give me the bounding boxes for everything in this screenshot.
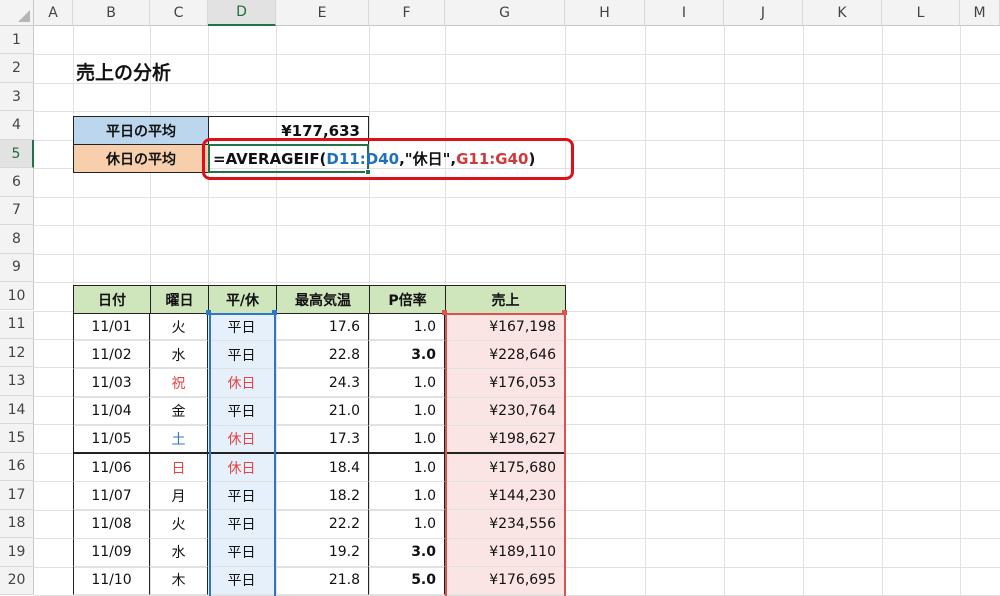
cell-max-temp[interactable]: 22.2 — [276, 510, 369, 539]
cell-day-of-week[interactable]: 土 — [150, 425, 208, 454]
cell-day-of-week[interactable]: 火 — [150, 313, 208, 342]
table-header-point-rate[interactable]: P倍率 — [369, 285, 446, 314]
gridline-horizontal — [34, 54, 1000, 56]
cell-date[interactable]: 11/05 — [73, 425, 150, 454]
cell-day-of-week[interactable]: 木 — [150, 566, 208, 595]
range-corner-handle[interactable] — [206, 310, 211, 315]
range-corner-handle[interactable] — [272, 310, 277, 315]
cell-max-temp[interactable]: 22.8 — [276, 341, 369, 370]
row-header-11[interactable]: 11 — [0, 310, 34, 339]
cell-max-temp[interactable]: 21.0 — [276, 397, 369, 426]
table-header-date[interactable]: 日付 — [73, 285, 151, 314]
column-header-b[interactable]: B — [73, 0, 150, 26]
row-header-15[interactable]: 15 — [0, 424, 34, 453]
row-header-19[interactable]: 19 — [0, 538, 34, 567]
column-header-g[interactable]: G — [445, 0, 565, 26]
sheet-title: 売上の分析 — [76, 62, 172, 84]
cell-day-of-week[interactable]: 金 — [150, 397, 208, 426]
cell-point-rate[interactable]: 1.0 — [369, 313, 445, 342]
row-header-14[interactable]: 14 — [0, 395, 34, 425]
table-header-sales[interactable]: 売上 — [445, 285, 566, 314]
cell-point-rate[interactable]: 1.0 — [369, 454, 445, 483]
cell-day-of-week[interactable]: 水 — [150, 538, 208, 567]
range-corner-handle[interactable] — [562, 310, 567, 315]
row-header-6[interactable]: 6 — [0, 168, 34, 197]
row-header-5[interactable]: 5 — [0, 139, 34, 169]
row-header-1[interactable]: 1 — [0, 26, 34, 55]
cell-date[interactable]: 11/04 — [73, 397, 150, 426]
cell-point-rate[interactable]: 3.0 — [369, 538, 445, 567]
cell-point-rate[interactable]: 1.0 — [369, 425, 445, 454]
cell-point-rate[interactable]: 1.0 — [369, 397, 445, 426]
row-header-16[interactable]: 16 — [0, 452, 34, 482]
cell-max-temp[interactable]: 18.4 — [276, 454, 369, 483]
cell-date[interactable]: 11/03 — [73, 369, 150, 398]
cell-day-of-week[interactable]: 日 — [150, 454, 208, 483]
table-header-day-of-week[interactable]: 曜日 — [150, 285, 209, 314]
cell-point-rate[interactable]: 1.0 — [369, 510, 445, 539]
row-header-17[interactable]: 17 — [0, 481, 34, 510]
column-header-d[interactable]: D — [208, 0, 276, 26]
cell-day-of-week[interactable]: 火 — [150, 510, 208, 539]
formula-highlight-frame — [202, 138, 574, 180]
row-header-10[interactable]: 10 — [0, 282, 34, 311]
column-header-i[interactable]: I — [645, 0, 724, 26]
cell-date[interactable]: 11/02 — [73, 341, 150, 370]
cell-max-temp[interactable]: 18.2 — [276, 482, 369, 511]
row-header-7[interactable]: 7 — [0, 196, 34, 226]
range-highlight-d11-d40 — [209, 313, 276, 596]
cell-date[interactable]: 11/10 — [73, 566, 150, 595]
cell-max-temp[interactable]: 17.3 — [276, 425, 369, 454]
cell-day-of-week[interactable]: 月 — [150, 482, 208, 511]
cell-max-temp[interactable]: 17.6 — [276, 313, 369, 342]
column-header-f[interactable]: F — [369, 0, 445, 26]
row-header-20[interactable]: 20 — [0, 566, 34, 595]
cell-date[interactable]: 11/01 — [73, 313, 150, 342]
column-header-j[interactable]: J — [724, 0, 803, 26]
range-corner-handle[interactable] — [442, 310, 447, 315]
cell-date[interactable]: 11/07 — [73, 482, 150, 511]
cell-max-temp[interactable]: 19.2 — [276, 538, 369, 567]
cell-day-of-week[interactable]: 祝 — [150, 369, 208, 398]
select-all-corner[interactable] — [0, 0, 34, 26]
gridline-horizontal — [34, 225, 1000, 227]
row-header-8[interactable]: 8 — [0, 225, 34, 254]
cell-date[interactable]: 11/09 — [73, 538, 150, 567]
row-header-18[interactable]: 18 — [0, 509, 34, 539]
column-header-c[interactable]: C — [150, 0, 208, 26]
row-header-3[interactable]: 3 — [0, 82, 34, 112]
gridline-horizontal — [34, 111, 1000, 113]
row-header-12[interactable]: 12 — [0, 338, 34, 368]
gridline-horizontal — [34, 282, 1000, 284]
column-header-l[interactable]: L — [882, 0, 960, 26]
range-highlight-g11-g40 — [445, 313, 566, 596]
cell-point-rate[interactable]: 1.0 — [369, 482, 445, 511]
column-header-m[interactable]: M — [960, 0, 1000, 26]
cell-date[interactable]: 11/08 — [73, 510, 150, 539]
cell-day-of-week[interactable]: 水 — [150, 341, 208, 370]
row-header-2[interactable]: 2 — [0, 54, 34, 83]
cell-max-temp[interactable]: 24.3 — [276, 369, 369, 398]
column-header-k[interactable]: K — [803, 0, 882, 26]
cell-point-rate[interactable]: 5.0 — [369, 566, 445, 595]
gridline-horizontal — [34, 253, 1000, 255]
table-header-day-type[interactable]: 平/休 — [208, 285, 277, 314]
cell-max-temp[interactable]: 21.8 — [276, 566, 369, 595]
cell-date[interactable]: 11/06 — [73, 454, 150, 483]
table-header-max-temp[interactable]: 最高気温 — [276, 285, 370, 314]
cell-point-rate[interactable]: 1.0 — [369, 369, 445, 398]
column-header-e[interactable]: E — [276, 0, 369, 26]
row-header-13[interactable]: 13 — [0, 367, 34, 396]
row-header-4[interactable]: 4 — [0, 111, 34, 140]
holiday-average-label[interactable]: 休日の平均 — [73, 144, 209, 173]
column-header-h[interactable]: H — [565, 0, 645, 26]
weekday-average-label[interactable]: 平日の平均 — [73, 116, 209, 145]
gridline-horizontal — [34, 82, 1000, 84]
cell-point-rate[interactable]: 3.0 — [369, 341, 445, 370]
gridline-horizontal — [34, 196, 1000, 198]
row-header-9[interactable]: 9 — [0, 253, 34, 283]
column-header-a[interactable]: A — [34, 0, 73, 26]
